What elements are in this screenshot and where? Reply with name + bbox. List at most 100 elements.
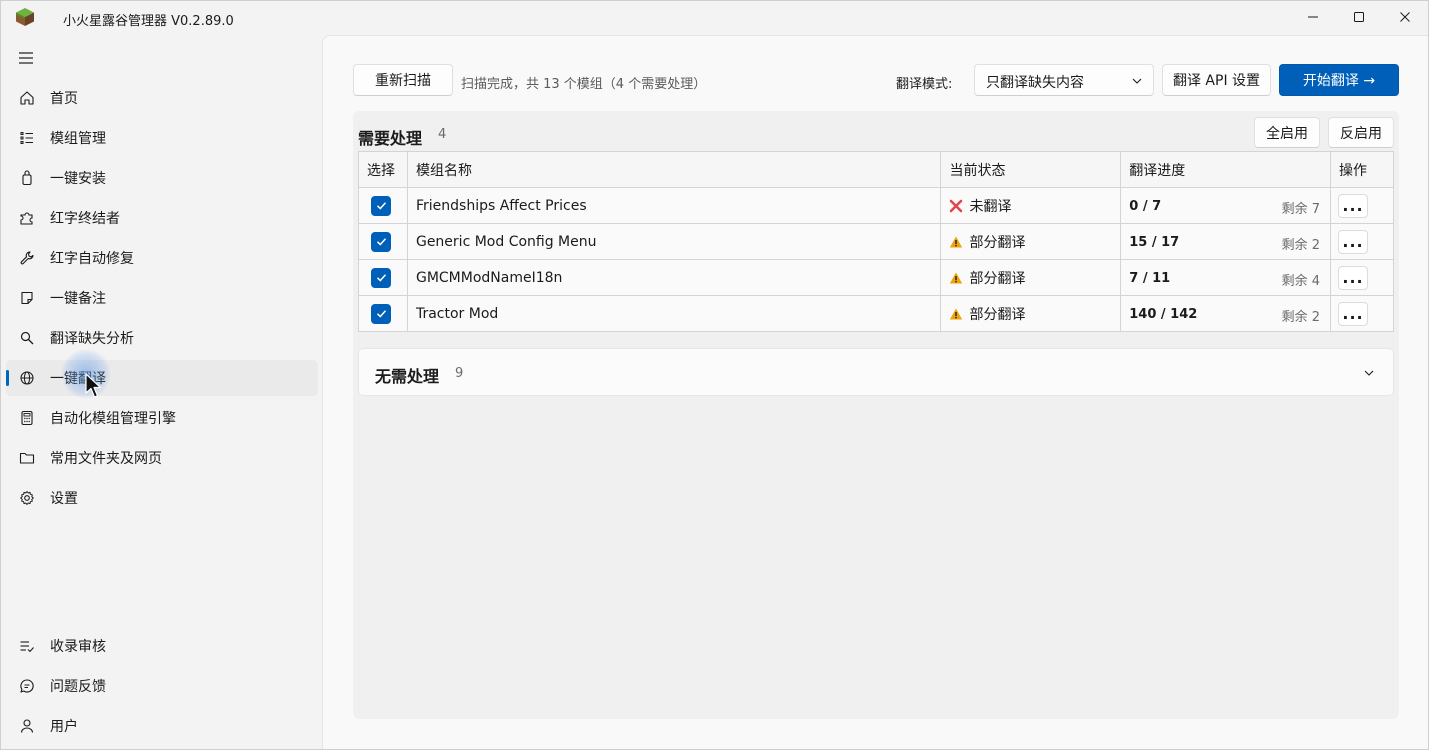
column-header-status: 当前状态 <box>940 151 1122 188</box>
list-icon <box>18 129 36 147</box>
sidebar-item-translation-analysis[interactable]: 翻译缺失分析 <box>6 320 318 356</box>
status-cell: 未翻译 <box>940 187 1122 224</box>
sidebar-item-feedback[interactable]: 问题反馈 <box>6 668 318 704</box>
sidebar-item-one-click-note[interactable]: 一键备注 <box>6 280 318 316</box>
progress-cell: 0 / 7 剩余 7 <box>1120 187 1332 224</box>
home-icon <box>18 89 36 107</box>
sidebar-item-label: 红字自动修复 <box>50 251 134 267</box>
sidebar-item-review[interactable]: 收录审核 <box>6 628 318 664</box>
table-row[interactable]: Generic Mod Config Menu 部分翻译 15 / 17 剩余 2… <box>358 223 1394 260</box>
sidebar-item-label: 模组管理 <box>50 131 106 147</box>
sidebar-item-user[interactable]: 用户 <box>6 708 318 744</box>
minimize-button[interactable] <box>1290 1 1336 33</box>
package-icon <box>18 169 36 187</box>
progress-value: 7 / 11 <box>1129 270 1171 286</box>
row-checkbox[interactable] <box>371 231 391 252</box>
invert-enable-button[interactable]: 反启用 <box>1328 117 1394 148</box>
enable-all-button[interactable]: 全启用 <box>1254 117 1320 148</box>
more-icon: ... <box>1342 195 1364 215</box>
warning-icon <box>950 308 963 319</box>
column-header-select: 选择 <box>358 151 408 188</box>
translation-api-settings-button[interactable]: 翻译 API 设置 <box>1162 64 1271 96</box>
remaining-count: 剩余 4 <box>1281 274 1321 289</box>
mods-table: 选择 模组名称 当前状态 翻译进度 操作 Friendships Affect … <box>358 151 1394 332</box>
mod-name: GMCMModNameI18n <box>406 259 942 296</box>
gear-icon <box>18 489 36 507</box>
sidebar-item-one-click-translate[interactable]: 一键翻译 <box>6 360 318 396</box>
more-icon: ... <box>1342 231 1364 251</box>
translation-mode-select[interactable]: 只翻译缺失内容 <box>974 64 1154 96</box>
status-text: 部分翻译 <box>969 270 1026 287</box>
app-title: 小火星露谷管理器 V0.2.89.0 <box>63 14 234 29</box>
progress-value: 15 / 17 <box>1129 234 1180 250</box>
folder-icon <box>18 449 36 467</box>
search-icon <box>18 329 36 347</box>
sidebar-item-folders-and-links[interactable]: 常用文件夹及网页 <box>6 440 318 476</box>
sidebar-item-label: 翻译缺失分析 <box>50 331 134 347</box>
row-checkbox[interactable] <box>371 195 391 216</box>
remaining-count: 剩余 2 <box>1281 310 1321 325</box>
scan-status-text: 扫描完成，共 13 个模组（4 个需要处理） <box>461 77 707 92</box>
no-need-title: 无需处理 <box>375 367 440 386</box>
row-checkbox[interactable] <box>371 303 391 324</box>
progress-value: 140 / 142 <box>1129 306 1198 322</box>
sidebar-item-one-click-install[interactable]: 一键安装 <box>6 160 318 196</box>
status-text: 部分翻译 <box>969 234 1026 251</box>
progress-cell: 7 / 11 剩余 4 <box>1120 259 1332 296</box>
sidebar-item-red-text-auto-fix[interactable]: 红字自动修复 <box>6 240 318 276</box>
table-header-row: 选择 模组名称 当前状态 翻译进度 操作 <box>358 151 1394 188</box>
status-cell: 部分翻译 <box>940 223 1122 260</box>
progress-cell: 15 / 17 剩余 2 <box>1120 223 1332 260</box>
note-icon <box>18 289 36 307</box>
start-translation-button[interactable]: 开始翻译 → <box>1279 64 1399 96</box>
more-actions-button[interactable]: ... <box>1338 301 1369 326</box>
sidebar-item-label: 用户 <box>50 719 78 735</box>
sidebar-item-mod-management[interactable]: 模组管理 <box>6 120 318 156</box>
calculator-icon <box>18 409 36 427</box>
maximize-button[interactable] <box>1336 1 1382 33</box>
checkmark-icon <box>376 238 386 246</box>
status-text: 部分翻译 <box>969 306 1026 323</box>
status-cell: 部分翻译 <box>940 259 1122 296</box>
list-check-icon <box>18 637 36 655</box>
sidebar-item-label: 红字终结者 <box>50 211 120 227</box>
sidebar-item-settings[interactable]: 设置 <box>6 480 318 516</box>
table-row[interactable]: Tractor Mod 部分翻译 140 / 142 剩余 2 ... <box>358 295 1394 332</box>
mouse-cursor-icon <box>85 373 102 398</box>
more-icon: ... <box>1342 303 1364 323</box>
table-row[interactable]: GMCMModNameI18n 部分翻译 7 / 11 剩余 4 ... <box>358 259 1394 296</box>
chevron-down-icon[interactable] <box>1363 367 1375 379</box>
sidebar-item-label: 一键备注 <box>50 291 106 307</box>
more-actions-button[interactable]: ... <box>1338 193 1369 218</box>
error-x-icon <box>950 199 963 212</box>
row-checkbox[interactable] <box>371 267 391 288</box>
warning-icon <box>950 236 963 247</box>
status-text: 未翻译 <box>969 198 1012 215</box>
no-need-count: 9 <box>455 366 464 381</box>
sidebar-item-red-text-terminator[interactable]: 红字终结者 <box>6 200 318 236</box>
close-button[interactable] <box>1382 1 1428 33</box>
column-header-progress: 翻译进度 <box>1120 151 1332 188</box>
checkmark-icon <box>376 274 386 282</box>
remaining-count: 剩余 2 <box>1281 238 1321 253</box>
table-row[interactable]: Friendships Affect Prices 未翻译 0 / 7 剩余 7 … <box>358 187 1394 224</box>
sidebar-item-label: 问题反馈 <box>50 679 106 695</box>
sidebar-item-label: 常用文件夹及网页 <box>50 451 162 467</box>
sidebar-item-automation-engine[interactable]: 自动化模组管理引擎 <box>6 400 318 436</box>
needs-processing-title: 需要处理 <box>358 129 423 148</box>
app-window: 小火星露谷管理器 V0.2.89.0 首页 模组管理 一键安装 红字终结者 红字… <box>0 0 1429 750</box>
rescan-button[interactable]: 重新扫描 <box>353 64 453 96</box>
sidebar-item-label: 收录审核 <box>50 639 106 655</box>
sidebar-item-label: 首页 <box>50 91 78 107</box>
menu-toggle-button[interactable] <box>15 47 37 69</box>
more-actions-button[interactable]: ... <box>1338 229 1369 254</box>
title-bar[interactable]: 小火星露谷管理器 V0.2.89.0 <box>1 1 1428 35</box>
warning-icon <box>950 272 963 283</box>
sidebar-item-home[interactable]: 首页 <box>6 80 318 116</box>
no-need-expander[interactable]: 无需处理 9 <box>358 348 1394 396</box>
sidebar-item-label: 一键安装 <box>50 171 106 187</box>
mod-name: Tractor Mod <box>406 295 942 332</box>
sidebar-item-label: 自动化模组管理引擎 <box>50 411 176 427</box>
maximize-icon <box>1354 12 1364 22</box>
more-actions-button[interactable]: ... <box>1338 265 1369 290</box>
